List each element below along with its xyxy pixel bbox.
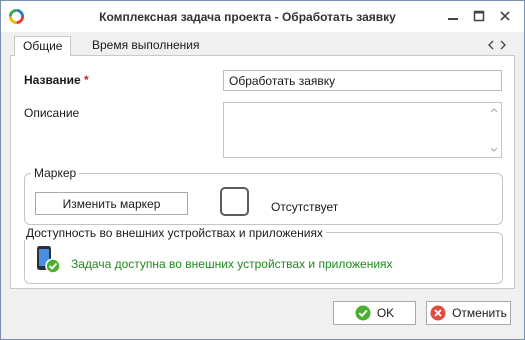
tab-panel-general: Название * Обработать заявку Описание Ма… [10, 56, 515, 289]
description-label: Описание [24, 106, 80, 120]
ok-button[interactable]: OK [333, 301, 416, 325]
close-icon [500, 11, 510, 21]
close-button[interactable] [496, 7, 514, 25]
title-bar[interactable]: Комплексная задача проекта - Обработать … [1, 1, 524, 32]
marker-group: Маркер Изменить маркер Отсутствует [24, 166, 503, 225]
description-scrollbar[interactable] [487, 103, 501, 157]
access-group: Доступность во внешних устройствах и при… [24, 226, 503, 284]
change-marker-button[interactable]: Изменить маркер [35, 192, 188, 215]
marker-group-title: Маркер [31, 166, 80, 180]
tab-general[interactable]: Общие [14, 36, 72, 57]
tab-strip: Общие Время выполнения [10, 36, 515, 57]
required-mark: * [84, 73, 89, 87]
maximize-button[interactable] [470, 7, 488, 25]
access-status-text: Задача доступна во внешних устройствах и… [71, 257, 393, 271]
cancel-x-icon [430, 305, 446, 321]
marker-preview [220, 187, 249, 216]
maximize-icon [473, 10, 485, 22]
tab-scroll-right-icon[interactable] [498, 39, 508, 51]
name-input[interactable]: Обработать заявку [223, 70, 502, 91]
name-input-value: Обработать заявку [229, 74, 336, 88]
minimize-icon [448, 18, 458, 20]
dialog-window: Комплексная задача проекта - Обработать … [0, 0, 525, 340]
scroll-down-icon[interactable] [490, 147, 498, 153]
marker-status: Отсутствует [271, 200, 339, 214]
access-group-title: Доступность во внешних устройствах и при… [24, 226, 326, 240]
mobile-device-check-icon [37, 246, 61, 274]
cancel-label: Отменить [452, 306, 507, 320]
ok-label: OK [376, 306, 395, 320]
description-textarea[interactable] [223, 102, 502, 158]
name-label: Название * [24, 73, 89, 87]
scroll-up-icon[interactable] [490, 107, 498, 113]
tab-scroll-left-icon[interactable] [486, 39, 496, 51]
tab-execution-time[interactable]: Время выполнения [84, 36, 207, 57]
minimize-button[interactable] [444, 7, 462, 25]
cancel-button[interactable]: Отменить [426, 301, 511, 325]
name-label-text: Название [24, 73, 81, 87]
ok-check-icon [355, 305, 371, 321]
